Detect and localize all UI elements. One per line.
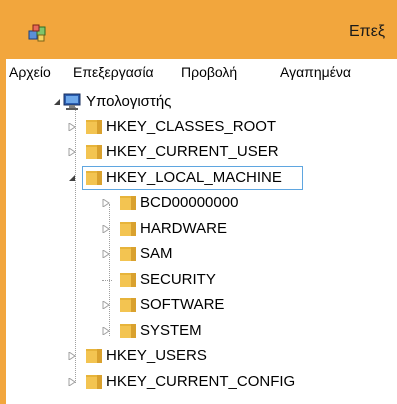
- tree-node-computer[interactable]: Υπολογιστής: [6, 90, 397, 114]
- tree-label: HKEY_USERS: [106, 347, 207, 364]
- expand-arrow-icon[interactable]: [102, 301, 110, 309]
- folder-icon: [120, 324, 136, 338]
- tree-label: BCD00000000: [140, 194, 239, 211]
- menu-file[interactable]: Αρχείο: [9, 64, 51, 80]
- menu-view[interactable]: Προβολή: [181, 64, 237, 80]
- tree-node-hkey-current-config[interactable]: HKEY_CURRENT_CONFIG: [6, 370, 397, 394]
- tree-label: HKEY_CLASSES_ROOT: [106, 118, 277, 135]
- tree-label: SOFTWARE: [140, 296, 225, 313]
- tree-label: SAM: [140, 245, 173, 262]
- expand-arrow-icon[interactable]: [102, 225, 110, 233]
- tree-label: HKEY_CURRENT_USER: [106, 143, 279, 160]
- tree-label: SECURITY: [140, 271, 216, 288]
- folder-icon: [86, 375, 102, 389]
- menu-favorites[interactable]: Αγαπημένα: [280, 64, 351, 80]
- folder-icon: [120, 298, 136, 312]
- tree-node-hkey-local-machine[interactable]: HKEY_LOCAL_MACHINE: [6, 166, 397, 190]
- folder-icon: [86, 120, 102, 134]
- expand-arrow-icon[interactable]: [68, 148, 76, 156]
- window-title: Επεξ: [349, 23, 386, 40]
- tree-node-system[interactable]: SYSTEM: [6, 319, 397, 343]
- expand-arrow-icon[interactable]: [68, 352, 76, 360]
- computer-icon: [63, 93, 81, 110]
- expand-arrow-icon[interactable]: [102, 327, 110, 335]
- menu-bar: Αρχείο Επεξεργασία Προβολή Αγαπημένα: [6, 59, 397, 87]
- tree-node-hkey-current-user[interactable]: HKEY_CURRENT_USER: [6, 140, 397, 164]
- tree-label: Υπολογιστής: [86, 93, 172, 110]
- menu-edit[interactable]: Επεξεργασία: [73, 64, 154, 80]
- folder-icon: [120, 247, 136, 261]
- tree-node-hardware[interactable]: HARDWARE: [6, 217, 397, 241]
- expand-arrow-icon[interactable]: [102, 199, 110, 207]
- collapse-arrow-icon[interactable]: [53, 98, 61, 106]
- folder-icon: [86, 145, 102, 159]
- tree-label: HKEY_LOCAL_MACHINE: [106, 169, 282, 186]
- expand-arrow-icon[interactable]: [68, 378, 76, 386]
- tree-node-hkey-classes-root[interactable]: HKEY_CLASSES_ROOT: [6, 115, 397, 139]
- tree-label: SYSTEM: [140, 322, 202, 339]
- tree-label: HARDWARE: [140, 220, 227, 237]
- folder-icon: [120, 273, 136, 287]
- title-bar[interactable]: Επεξ: [6, 0, 397, 59]
- folder-icon: [120, 196, 136, 210]
- expand-arrow-icon[interactable]: [102, 250, 110, 258]
- tree-node-sam[interactable]: SAM: [6, 242, 397, 266]
- tree-node-bcd00000000[interactable]: BCD00000000: [6, 191, 397, 215]
- expand-arrow-icon[interactable]: [68, 123, 76, 131]
- tree-node-software[interactable]: SOFTWARE: [6, 293, 397, 317]
- folder-icon: [120, 222, 136, 236]
- folder-icon: [86, 171, 102, 185]
- tree-node-security[interactable]: SECURITY: [6, 268, 397, 292]
- registry-tree[interactable]: Υπολογιστής HKEY_CLASSES_ROOT HKEY_CURRE…: [6, 86, 397, 404]
- tree-node-hkey-users[interactable]: HKEY_USERS: [6, 344, 397, 368]
- collapse-arrow-icon[interactable]: [68, 174, 76, 182]
- tree-label: HKEY_CURRENT_CONFIG: [106, 373, 296, 390]
- folder-icon: [86, 349, 102, 363]
- regedit-icon[interactable]: [28, 24, 48, 42]
